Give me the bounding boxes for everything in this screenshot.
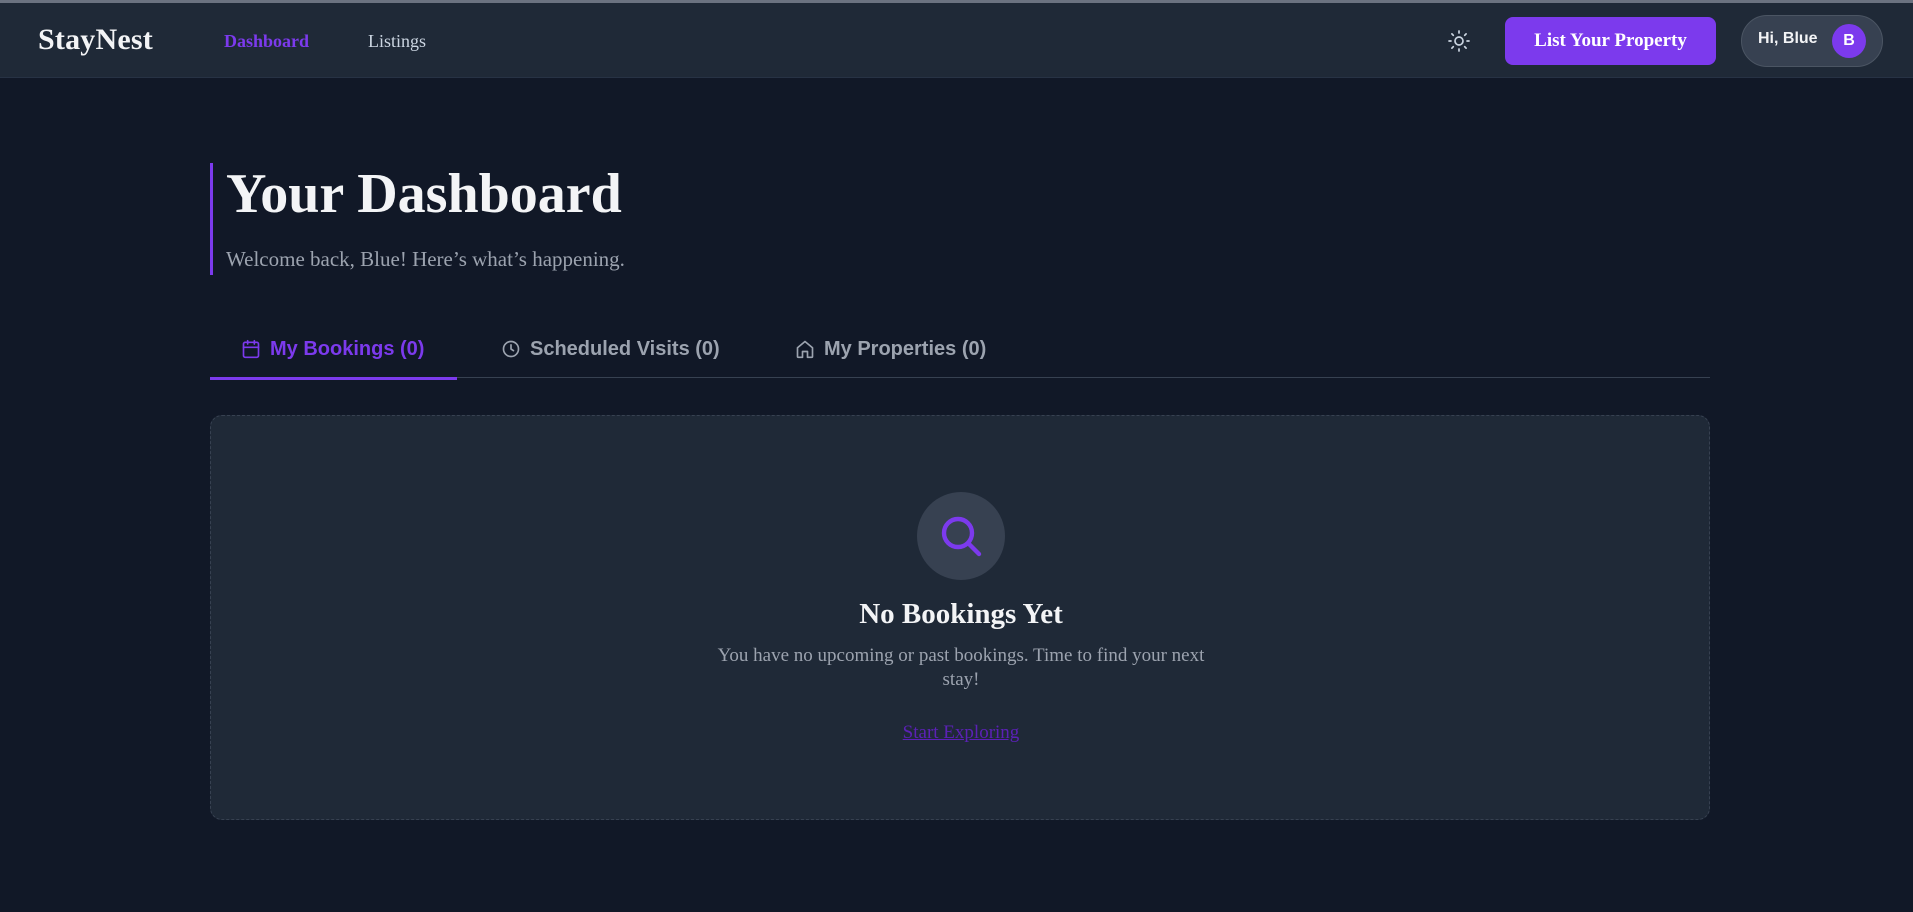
- page-heading: Your Dashboard Welcome back, Blue! Here’…: [210, 163, 810, 275]
- list-your-property-button[interactable]: List Your Property: [1505, 17, 1716, 65]
- top-navbar: StayNest Dashboard Listings List Your Pr…: [0, 3, 1913, 78]
- user-greeting: Hi, Blue: [1758, 30, 1818, 47]
- nav-link-listings[interactable]: Listings: [368, 31, 426, 52]
- tab-my-bookings[interactable]: My Bookings (0): [210, 320, 457, 380]
- start-exploring-link[interactable]: Start Exploring: [903, 722, 1020, 743]
- avatar: B: [1832, 24, 1866, 58]
- empty-state-link-wrapper: Start Exploring: [211, 722, 1711, 744]
- theme-toggle-button[interactable]: [1446, 28, 1472, 54]
- brand-logo[interactable]: StayNest: [38, 23, 153, 57]
- tab-my-properties[interactable]: My Properties (0): [795, 320, 986, 378]
- user-menu[interactable]: Hi, Blue B: [1741, 15, 1883, 67]
- nav-link-dashboard[interactable]: Dashboard: [224, 31, 309, 52]
- calendar-icon: [241, 339, 261, 359]
- search-icon: [941, 516, 982, 557]
- empty-state-title: No Bookings Yet: [859, 598, 1063, 630]
- sun-icon: [1448, 30, 1470, 52]
- tab-label: My Properties (0): [824, 337, 987, 360]
- page-title: Your Dashboard: [226, 163, 622, 225]
- tab-label: Scheduled Visits (0): [530, 337, 720, 360]
- home-icon: [795, 339, 815, 359]
- empty-state-icon-circle: [917, 492, 1005, 580]
- dashboard-tabs: My Bookings (0) Scheduled Visits (0) My …: [210, 320, 1710, 380]
- page-subtitle: Welcome back, Blue! Here’s what’s happen…: [226, 247, 625, 271]
- clock-icon: [501, 339, 521, 359]
- tab-scheduled-visits[interactable]: Scheduled Visits (0): [501, 320, 720, 378]
- empty-state-message: You have no upcoming or past bookings. T…: [717, 645, 1205, 690]
- tab-label: My Bookings (0): [270, 337, 425, 360]
- empty-state-card: No Bookings Yet You have no upcoming or …: [210, 415, 1710, 820]
